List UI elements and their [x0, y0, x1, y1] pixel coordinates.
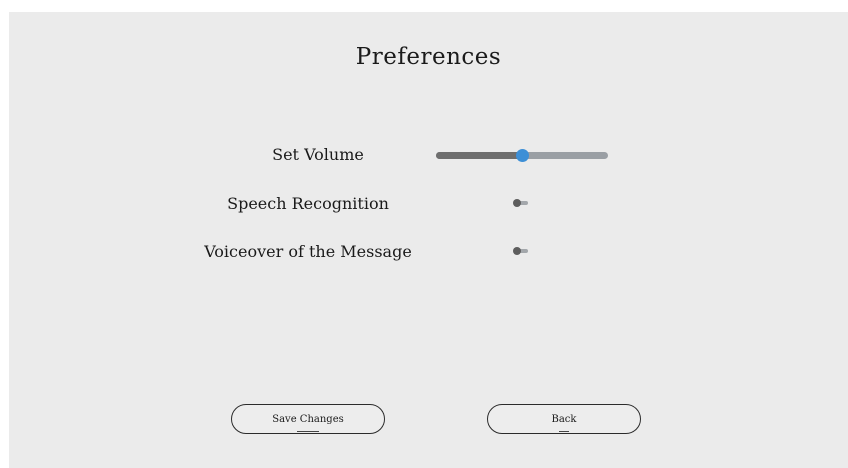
volume-slider[interactable]: [436, 149, 608, 162]
preferences-panel: Preferences Set Volume Speech Recognitio…: [9, 12, 848, 468]
volume-slider-thumb[interactable]: [516, 149, 529, 162]
save-changes-label: Save Changes: [272, 413, 344, 432]
voiceover-label: Voiceover of the Message: [204, 242, 412, 261]
volume-slider-fill: [436, 152, 522, 159]
voiceover-toggle[interactable]: [513, 247, 529, 255]
speech-recognition-toggle[interactable]: [513, 199, 529, 207]
back-underline: [558, 430, 569, 432]
speech-recognition-toggle-knob: [513, 199, 521, 207]
save-changes-button[interactable]: Save Changes: [231, 404, 385, 434]
back-text: Back: [551, 413, 577, 425]
back-button[interactable]: Back: [487, 404, 641, 434]
save-changes-text: Save Changes: [272, 413, 344, 425]
page-title: Preferences: [355, 44, 502, 70]
save-changes-underline: [296, 430, 319, 432]
voiceover-toggle-knob: [513, 247, 521, 255]
back-label: Back: [551, 413, 577, 432]
page: Preferences Set Volume Speech Recognitio…: [0, 0, 848, 468]
speech-recognition-label: Speech Recognition: [227, 194, 389, 213]
